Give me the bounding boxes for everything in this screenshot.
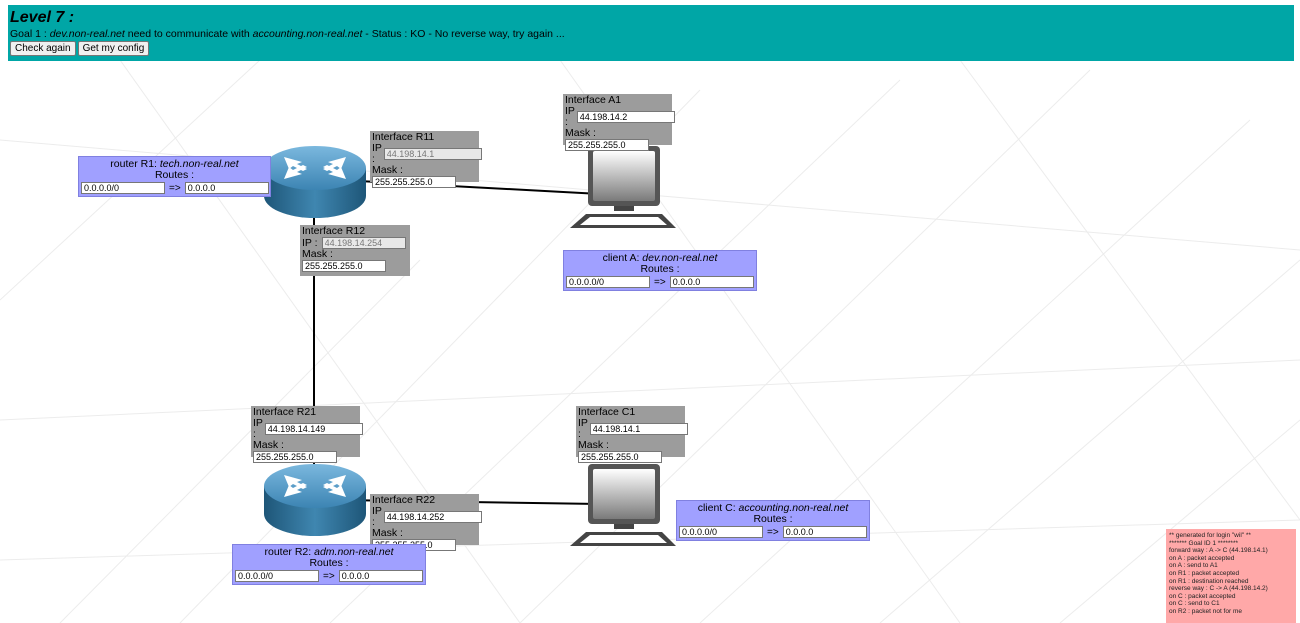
- interface-r22-ip-input[interactable]: [383, 511, 482, 523]
- client-a-routes: client A: dev.non-real.net Routes : =>: [563, 250, 757, 291]
- mask-label: Mask :: [372, 527, 403, 539]
- interface-r11: Interface R11 IP : Mask :: [370, 131, 482, 188]
- log-line: on R1 : packet accepted: [1169, 569, 1240, 577]
- interface-r21-mask-input[interactable]: [253, 451, 337, 463]
- client-a-route-destination[interactable]: [566, 276, 650, 288]
- log-line: reverse way : C -> A (44.198.14.2): [1169, 585, 1268, 593]
- client-c-route-next-hop[interactable]: [782, 526, 867, 538]
- interface-c1-ip-input[interactable]: [589, 423, 688, 435]
- routes-label: Routes :: [309, 557, 349, 569]
- interface-r12-ip-input: [321, 237, 406, 249]
- interface-r21-ip-input[interactable]: [264, 423, 363, 435]
- interface-r11-title: Interface R11: [372, 131, 435, 143]
- mask-label: Mask :: [578, 439, 609, 451]
- route-arrow: =>: [169, 182, 181, 194]
- mask-label: Mask :: [565, 127, 596, 139]
- routes-label: Routes :: [154, 169, 195, 181]
- interface-r12-title: Interface R12: [302, 225, 366, 237]
- log-line: on R1 : destination reached: [1169, 577, 1249, 585]
- ip-label: IP :: [578, 417, 588, 440]
- ip-label: IP :: [302, 236, 318, 249]
- route-arrow: =>: [323, 570, 335, 582]
- mask-label: Mask :: [253, 439, 284, 451]
- computer-icon[interactable]: [566, 144, 678, 230]
- goal-destination-host: accounting.non-real.net: [252, 28, 363, 40]
- interface-r21: Interface R21 IP : Mask :: [251, 406, 363, 463]
- client-c-routes: client C: accounting.non-real.net Routes…: [676, 500, 870, 541]
- interface-r22-title: Interface R22: [372, 494, 436, 506]
- interface-r11-ip-input: [383, 148, 482, 160]
- goal-source-host: dev.non-real.net: [49, 28, 125, 40]
- log-line: ******* Goal ID 1 ********: [1169, 539, 1239, 547]
- route-arrow: =>: [654, 276, 666, 288]
- router-r1-route-destination[interactable]: [81, 182, 165, 194]
- router-icon[interactable]: [262, 138, 368, 226]
- check-again-button[interactable]: Check again: [10, 41, 76, 56]
- router-r1-route-next-hop[interactable]: [184, 182, 269, 194]
- log-line: ** generated for login "wil" **: [1169, 532, 1251, 539]
- level-title: Level 7 :: [10, 9, 75, 26]
- interface-a1-title: Interface A1: [565, 94, 622, 106]
- mask-label: Mask :: [302, 248, 333, 260]
- get-my-config-button[interactable]: Get my config: [77, 41, 150, 56]
- log-line: on A : packet accepted: [1169, 554, 1235, 562]
- router-icon[interactable]: [262, 456, 368, 544]
- ip-label: IP :: [565, 105, 575, 128]
- route-owner-prefix: router R1:: [110, 158, 160, 170]
- router-r2-routes: router R2: adm.non-real.net Routes : =>: [232, 544, 426, 585]
- route-owner-prefix: client C:: [697, 502, 739, 514]
- interface-c1-title: Interface C1: [578, 406, 636, 418]
- interface-r21-title: Interface R21: [253, 406, 317, 418]
- interface-a1: Interface A1 IP : Mask :: [563, 94, 675, 151]
- router-r2-route-destination[interactable]: [235, 570, 319, 582]
- client-a-route-next-hop[interactable]: [669, 276, 754, 288]
- interface-a1-ip-input[interactable]: [576, 111, 675, 123]
- client-c-route-destination[interactable]: [679, 526, 763, 538]
- debug-log-panel: ** generated for login "wil" ** ******* …: [1166, 529, 1296, 623]
- route-owner-prefix: client A:: [602, 252, 643, 264]
- goal-prefix: Goal 1 :: [10, 28, 50, 40]
- interface-r11-mask-input[interactable]: [372, 176, 456, 188]
- interface-c1: Interface C1 IP : Mask :: [576, 406, 688, 463]
- log-line: forward way : A -> C (44.198.14.1): [1169, 547, 1268, 555]
- interface-r12: Interface R12 IP : Mask :: [300, 225, 410, 276]
- routes-label: Routes :: [640, 263, 680, 275]
- interface-r22: Interface R22 IP : Mask :: [370, 494, 482, 551]
- ip-label: IP :: [372, 505, 382, 528]
- route-owner-prefix: router R2:: [264, 546, 315, 558]
- mask-label: Mask :: [372, 164, 403, 176]
- interface-a1-mask-input[interactable]: [565, 139, 649, 151]
- router-r2-route-next-hop[interactable]: [338, 570, 423, 582]
- goal-status-line: Goal 1 : dev.non-real.net need to commun…: [10, 27, 1288, 41]
- log-line: on C : packet accepted: [1169, 592, 1236, 600]
- interface-r12-mask-input[interactable]: [302, 260, 386, 272]
- router-r1-routes: router R1: tech.non-real.net Routes : =>: [78, 156, 271, 197]
- ip-label: IP :: [372, 142, 382, 165]
- log-line: on R2 : packet not for me: [1169, 607, 1242, 615]
- log-line: on A : send to A1: [1169, 562, 1218, 570]
- level-header: Level 7 : Goal 1 : dev.non-real.net need…: [8, 5, 1294, 61]
- log-line: on C : send to C1: [1169, 600, 1220, 608]
- interface-c1-mask-input[interactable]: [578, 451, 662, 463]
- routes-label: Routes :: [753, 513, 793, 525]
- goal-status: - Status : KO - No reverse way, try agai…: [362, 28, 565, 40]
- computer-icon[interactable]: [566, 462, 678, 548]
- goal-middle-text: need to communicate with: [124, 28, 253, 40]
- route-arrow: =>: [767, 526, 779, 538]
- ip-label: IP :: [253, 417, 263, 440]
